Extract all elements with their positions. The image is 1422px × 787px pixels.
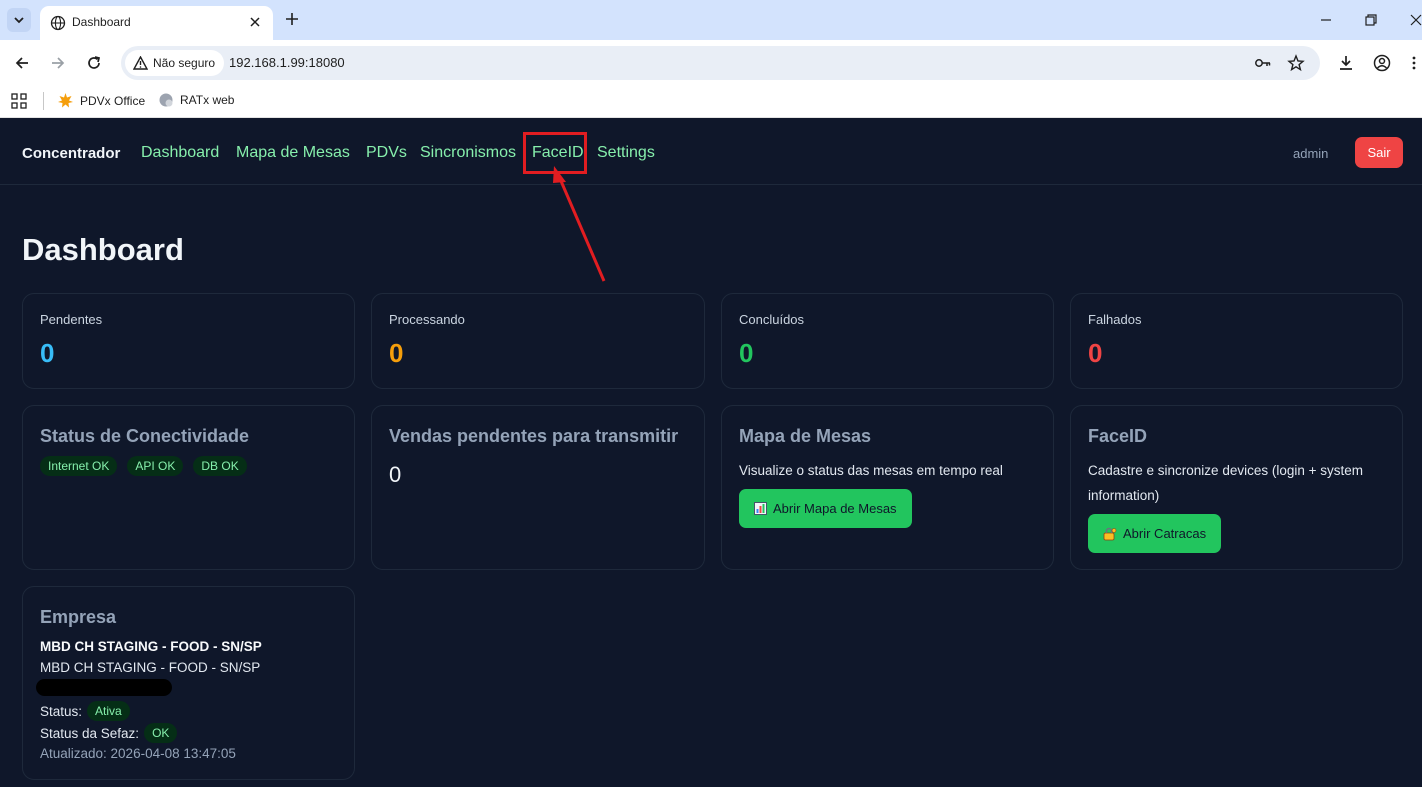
status-label: Status: [40,703,83,719]
chevron-down-icon [14,17,24,24]
status-badge-internet: Internet OK [40,456,118,476]
card-description: Visualize o status das mesas em tempo re… [739,463,1003,478]
stat-label: Falhados [1088,312,1142,327]
nav-link-pdvs[interactable]: PDVs [366,144,407,162]
pending-sales-card: Vendas pendentes para transmitir 0 [371,405,705,570]
company-card: Empresa MBD CH STAGING - FOOD - SN/SP MB… [22,586,355,780]
card-title: Status de Conectividade [40,426,250,446]
key-icon[interactable] [1254,54,1272,72]
reload-icon[interactable] [85,54,103,72]
stat-label: Processando [389,312,465,327]
company-status-row: Status: Ativa [40,701,130,721]
tab-title: Dashboard [72,15,131,29]
url-text[interactable]: 192.168.1.99:18080 [229,55,345,70]
brand-name: Concentrador [22,145,121,162]
back-arrow-icon[interactable] [13,54,31,72]
pdvx-logo-icon [58,93,73,108]
browser-toolbar: Não seguro 192.168.1.99:18080 [0,40,1422,86]
address-bar[interactable]: Não seguro 192.168.1.99:18080 [121,46,1320,80]
pending-sales-count: 0 [389,462,402,487]
star-icon[interactable] [1287,54,1305,72]
download-icon[interactable] [1337,54,1355,72]
profile-icon[interactable] [1373,54,1391,72]
stat-card-concluidos: Concluídos 0 [721,293,1054,389]
apps-grid-icon[interactable] [11,93,27,109]
minimize-icon[interactable] [1318,12,1334,28]
plus-icon[interactable] [283,10,301,28]
card-title: Mapa de Mesas [739,426,872,446]
stat-value: 0 [389,338,404,368]
browser-tab-active[interactable]: Dashboard [40,6,273,40]
close-icon[interactable] [247,14,263,30]
card-description: Cadastre e sincronize devices (login + s… [1088,458,1363,508]
card-title: Vendas pendentes para transmitir [389,426,679,446]
description-line: Cadastre e sincronize devices (login + s… [1088,463,1363,478]
status-badge-api: API OK [127,456,184,476]
bookmark-label: PDVx Office [80,93,146,108]
stat-value: 0 [739,338,754,368]
browser-tab-strip: Dashboard [0,0,1422,40]
connectivity-card: Status de Conectividade Internet OK API … [22,405,355,570]
tab-search-button[interactable] [7,8,31,32]
stat-value: 0 [40,338,55,368]
window-close-icon[interactable] [1408,12,1422,28]
app-navbar: Concentrador Dashboard Mapa de Mesas PDV… [0,118,1422,185]
globe-icon [50,15,66,31]
user-name: admin [1293,146,1329,161]
forward-arrow-icon[interactable] [49,54,67,72]
sefaz-label: Status da Sefaz: [40,725,140,741]
open-table-map-button[interactable]: Abrir Mapa de Mesas [739,489,912,528]
nav-link-mapa-de-mesas[interactable]: Mapa de Mesas [236,144,350,162]
bookmarks-bar: PDVx Office RATx web [0,86,1422,118]
connectivity-badges: Internet OK API OK DB OK [40,456,247,476]
stat-value: 0 [1088,338,1103,368]
more-vertical-icon[interactable] [1410,54,1422,72]
sefaz-status-row: Status da Sefaz: OK [40,723,178,743]
card-title: FaceID [1088,426,1148,446]
lock-key-icon [1103,527,1117,540]
bookmark-pdvx-office[interactable]: PDVx Office [57,92,145,109]
annotation-arrow [553,166,606,282]
stat-label: Pendentes [40,312,103,327]
button-label: Abrir Mapa de Mesas [773,501,897,516]
stat-card-processando: Processando 0 [371,293,705,389]
button-label: Abrir Catracas [1123,526,1207,541]
table-map-card: Mapa de Mesas Visualize o status das mes… [721,405,1054,570]
open-turnstiles-button[interactable]: Abrir Catracas [1088,514,1222,553]
card-title: Empresa [40,607,117,627]
bookmark-ratx-web[interactable]: RATx web [158,92,234,108]
restore-icon[interactable] [1363,12,1379,28]
page-title: Dashboard [22,232,184,267]
nav-link-sincronismos[interactable]: Sincronismos [420,144,516,162]
ratx-logo-icon [159,93,173,107]
bar-chart-icon [754,502,767,515]
company-name-bold: MBD CH STAGING - FOOD - SN/SP [40,639,262,654]
sefaz-badge: OK [144,723,178,743]
redacted-field [36,679,172,696]
stat-card-falhados: Falhados 0 [1070,293,1403,389]
stat-label: Concluídos [739,312,805,327]
stat-card-pendentes: Pendentes 0 [22,293,355,389]
nav-link-dashboard[interactable]: Dashboard [141,144,219,162]
bookmark-label: RATx web [180,93,235,107]
updated-timestamp: Atualizado: 2026-04-08 13:47:05 [40,746,236,761]
status-badge: Ativa [87,701,130,721]
status-badge-db: DB OK [193,456,247,476]
warning-triangle-icon [133,56,148,70]
bookmarks-separator [43,92,44,110]
company-name: MBD CH STAGING - FOOD - SN/SP [40,660,261,675]
security-label: Não seguro [153,56,216,70]
logout-button[interactable]: Sair [1355,137,1403,168]
description-line: information) [1088,488,1160,503]
security-indicator[interactable]: Não seguro [125,50,225,76]
faceid-card: FaceID Cadastre e sincronize devices (lo… [1070,405,1403,570]
